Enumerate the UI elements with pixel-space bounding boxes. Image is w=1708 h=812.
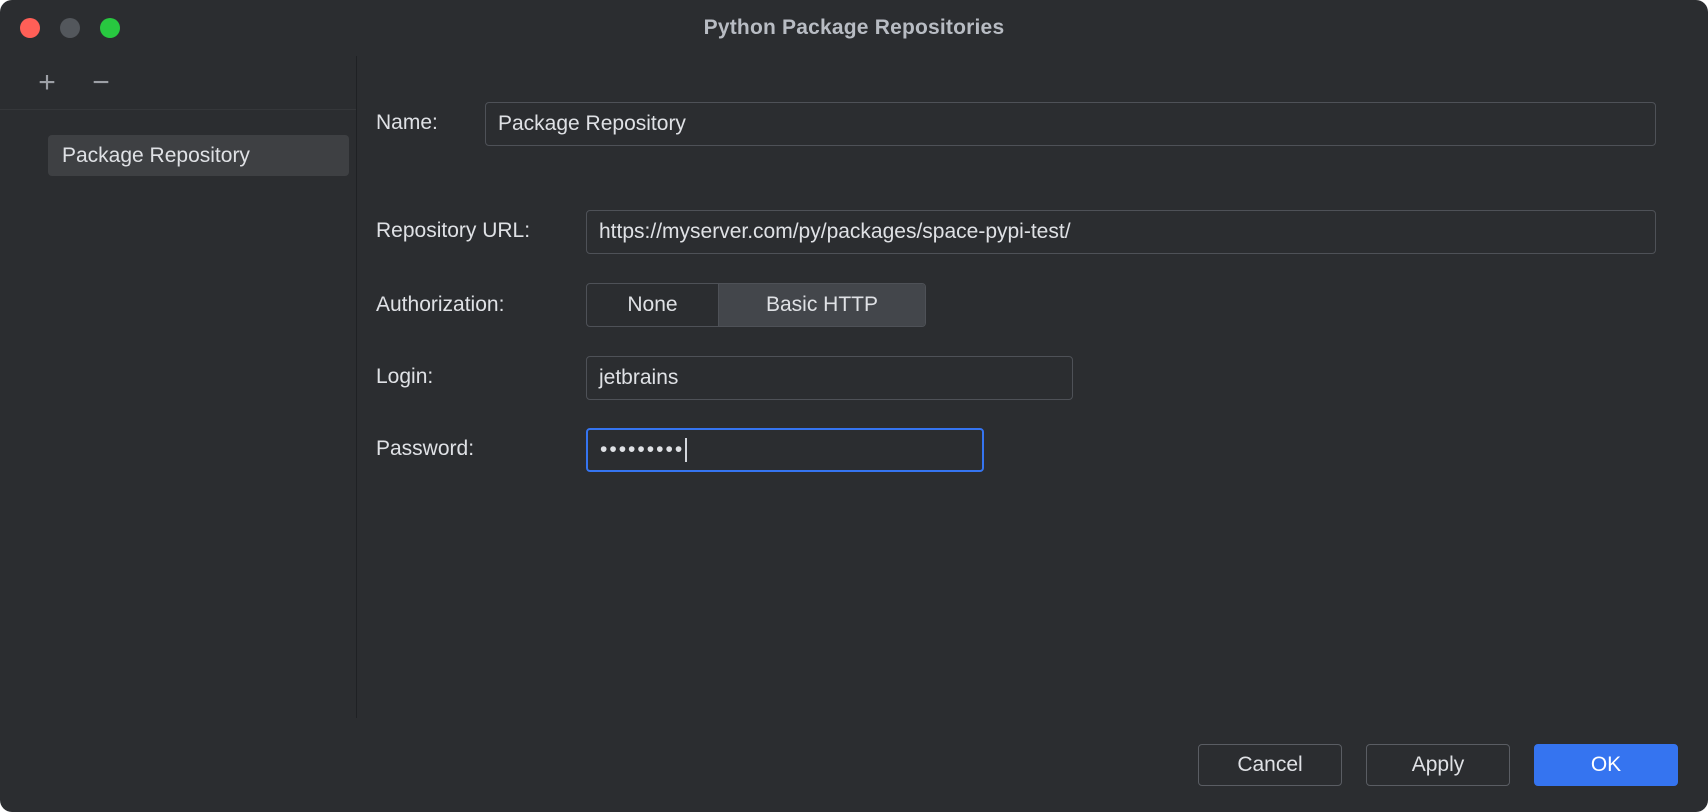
minimize-window-button[interactable] [60,18,80,38]
close-window-button[interactable] [20,18,40,38]
login-label: Login: [376,364,433,390]
remove-repository-button[interactable]: − [86,68,116,98]
authorization-label: Authorization: [376,292,504,318]
window-title: Python Package Repositories [704,16,1005,40]
name-input[interactable]: Package Repository [485,102,1656,146]
ok-button[interactable]: OK [1534,744,1678,786]
password-label: Password: [376,436,474,462]
authorization-segmented-control: None Basic HTTP [586,283,926,327]
apply-button[interactable]: Apply [1366,744,1510,786]
repository-form: Name: Package Repository Repository URL:… [357,56,1708,718]
repository-list: Package Repository [0,110,356,176]
repository-list-item[interactable]: Package Repository [48,135,349,176]
zoom-window-button[interactable] [100,18,120,38]
dialog-footer: Cancel Apply OK [0,718,1708,812]
add-repository-button[interactable]: + [32,68,62,98]
title-bar: Python Package Repositories [0,0,1708,56]
password-input[interactable]: ••••••••• [586,428,984,472]
password-masked-value: ••••••••• [600,438,684,462]
dialog-content: + − Package Repository Name: Package Rep… [0,56,1708,718]
repository-url-input[interactable]: https://myserver.com/py/packages/space-p… [586,210,1656,254]
repository-url-label: Repository URL: [376,218,530,244]
login-input[interactable]: jetbrains [586,356,1073,400]
text-caret [685,438,687,462]
cancel-button[interactable]: Cancel [1198,744,1342,786]
sidebar-toolbar: + − [0,56,356,110]
name-label: Name: [376,110,438,136]
traffic-lights [20,0,120,56]
repositories-sidebar: + − Package Repository [0,56,357,718]
authorization-option-none[interactable]: None [587,284,718,326]
python-package-repositories-dialog: Python Package Repositories + − Package … [0,0,1708,812]
authorization-option-basic-http[interactable]: Basic HTTP [718,284,925,326]
